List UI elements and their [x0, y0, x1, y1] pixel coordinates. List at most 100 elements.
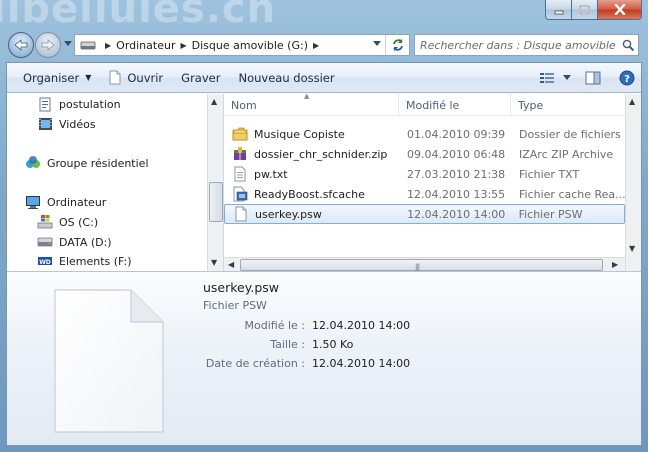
address-dropdown-icon[interactable] [373, 41, 381, 47]
nav-item-label: DATA (D:) [59, 235, 112, 249]
nav-item-label: Vidéos [59, 117, 96, 131]
new-folder-button[interactable]: Nouveau dossier [229, 66, 343, 90]
preview-pane-button[interactable] [585, 71, 601, 85]
scroll-down-arrow-icon[interactable]: ▼ [629, 244, 635, 253]
file-row[interactable]: ReadyBoost.sfcache 12.04.2010 13:55 Fich… [224, 184, 625, 204]
file-name: pw.txt [254, 167, 288, 181]
scrollbar-thumb[interactable] [209, 182, 223, 222]
close-icon [614, 4, 625, 15]
open-button[interactable]: Ouvrir [100, 66, 172, 90]
scroll-left-arrow-icon[interactable]: ◀ [228, 260, 234, 269]
column-label: Nom [231, 98, 257, 112]
file-type: Dossier de fichiers [519, 127, 621, 141]
details-file-type: Fichier PSW [203, 299, 267, 312]
window-controls [545, 0, 642, 20]
modified-value[interactable]: 12.04.2010 14:00 [312, 319, 410, 332]
nav-item-data-d[interactable]: DATA (D:) [37, 233, 112, 251]
scroll-up-arrow-icon[interactable]: ▲ [629, 97, 635, 106]
column-header-name[interactable]: ▲ Nom [224, 94, 399, 116]
navigation-scrollbar[interactable]: ▲ ▼ [207, 94, 223, 271]
burn-label: Graver [181, 70, 221, 85]
chevron-down-icon [563, 75, 571, 80]
maximize-button[interactable] [572, 0, 598, 20]
svg-text:WD: WD [39, 259, 51, 266]
minimize-button[interactable] [545, 0, 572, 20]
refresh-button[interactable] [385, 35, 409, 55]
nav-item-label: Ordinateur [47, 195, 107, 209]
file-list-horizontal-scrollbar[interactable]: ◀ ||| ▶ [224, 257, 625, 271]
scroll-down-arrow-icon[interactable]: ▼ [211, 258, 217, 267]
blank-file-icon [233, 206, 249, 222]
windows-drive-icon [37, 214, 53, 230]
nav-item-label: Elements (F:) [59, 254, 132, 268]
explorer-client-area: Organiser ▼ Ouvrir Graver Nouveau dossier [6, 62, 642, 446]
file-type: Fichier PSW [518, 207, 583, 221]
close-button[interactable] [598, 0, 642, 20]
address-bar[interactable]: ▶ Ordinateur ▶ Disque amovible (G:) ▶ [74, 34, 410, 56]
file-name: ReadyBoost.sfcache [254, 187, 365, 201]
breadcrumb-ordinateur[interactable]: Ordinateur ▶ [116, 39, 191, 52]
scroll-up-arrow-icon[interactable]: ▲ [211, 97, 217, 106]
file-row[interactable]: pw.txt 27.03.2010 21:38 Fichier TXT [224, 164, 625, 184]
drive-small-icon [80, 39, 96, 51]
nav-item-computer[interactable]: Ordinateur [25, 193, 106, 211]
file-name: userkey.psw [255, 207, 322, 221]
file-date: 01.04.2010 09:39 [407, 127, 506, 141]
window-frame: libellules.ch ▶ Ordinateur ▶ Disque amov… [0, 0, 648, 452]
search-icon[interactable] [618, 39, 638, 52]
file-row-selected[interactable]: userkey.psw 12.04.2010 14:00 Fichier PSW [224, 204, 625, 224]
breadcrumb-separator-root[interactable]: ▶ [100, 41, 116, 50]
help-button[interactable]: ? [619, 70, 635, 86]
forward-button[interactable] [35, 32, 61, 58]
file-date: 12.04.2010 13:55 [407, 187, 506, 201]
zip-archive-icon [232, 146, 248, 162]
file-type: Fichier TXT [519, 167, 580, 181]
file-row[interactable]: dossier_chr_schnider.zip 09.04.2010 06:4… [224, 144, 625, 164]
scroll-right-arrow-icon[interactable]: ▶ [612, 260, 618, 269]
nav-item-homegroup[interactable]: Groupe résidentiel [25, 154, 149, 172]
file-row[interactable]: Musique Copiste 01.04.2010 09:39 Dossier… [224, 124, 625, 144]
breadcrumb-separator[interactable]: ▶ [180, 41, 186, 50]
breadcrumb-label: Disque amovible (G:) [191, 38, 308, 52]
wd-drive-icon: WD [37, 253, 53, 269]
file-date: 27.03.2010 21:38 [407, 167, 506, 181]
nav-item-postulation[interactable]: postulation [37, 95, 121, 113]
open-label: Ouvrir [127, 70, 164, 85]
burn-button[interactable]: Graver [172, 66, 229, 90]
nav-item-videos[interactable]: Vidéos [37, 115, 96, 133]
scrollbar-thumb[interactable]: ||| [240, 259, 603, 271]
maximize-icon [579, 4, 590, 15]
organize-button[interactable]: Organiser ▼ [7, 66, 100, 90]
column-label: Modifié le [406, 98, 460, 112]
file-date: 09.04.2010 06:48 [407, 147, 506, 161]
nav-item-os-c[interactable]: OS (C:) [37, 213, 98, 231]
column-header-date[interactable]: Modifié le [399, 94, 511, 116]
nav-item-elements-f[interactable]: WD Elements (F:) [37, 252, 132, 270]
created-value[interactable]: 12.04.2010 14:00 [312, 357, 410, 370]
new-folder-label: Nouveau dossier [238, 70, 335, 85]
back-button[interactable] [8, 32, 34, 58]
command-bar: Organiser ▼ Ouvrir Graver Nouveau dossier [7, 63, 641, 93]
view-options-button[interactable] [539, 72, 571, 84]
svg-text:?: ? [624, 74, 630, 85]
breadcrumb-separator[interactable]: ▶ [313, 41, 319, 50]
video-icon [37, 116, 53, 132]
file-name: Musique Copiste [254, 127, 345, 141]
nav-item-label: postulation [59, 97, 121, 111]
size-value: 1.50 Ko [312, 338, 354, 351]
organize-label: Organiser [23, 70, 80, 85]
column-header-type[interactable]: Type [511, 94, 625, 116]
column-label: Type [518, 98, 544, 112]
arrow-left-icon [14, 39, 28, 51]
search-input[interactable] [415, 38, 618, 52]
breadcrumb-disque-amovible[interactable]: Disque amovible (G:) ▶ [192, 39, 325, 52]
chevron-down-icon: ▼ [85, 73, 92, 82]
recent-pages-dropdown-icon[interactable] [64, 41, 72, 47]
file-list-vertical-scrollbar[interactable]: ▲ ▼ [625, 94, 641, 271]
modified-label: Modifié le : [244, 319, 305, 332]
address-row: ▶ Ordinateur ▶ Disque amovible (G:) ▶ [0, 30, 648, 60]
title-watermark: libellules.ch [0, 0, 277, 30]
navigation-pane: postulation Vidéos Groupe résidentiel Or… [7, 94, 223, 271]
file-type: IZArc ZIP Archive [519, 147, 614, 161]
file-list: ▲ Nom Modifié le Type Musique Copiste 01… [224, 94, 625, 271]
